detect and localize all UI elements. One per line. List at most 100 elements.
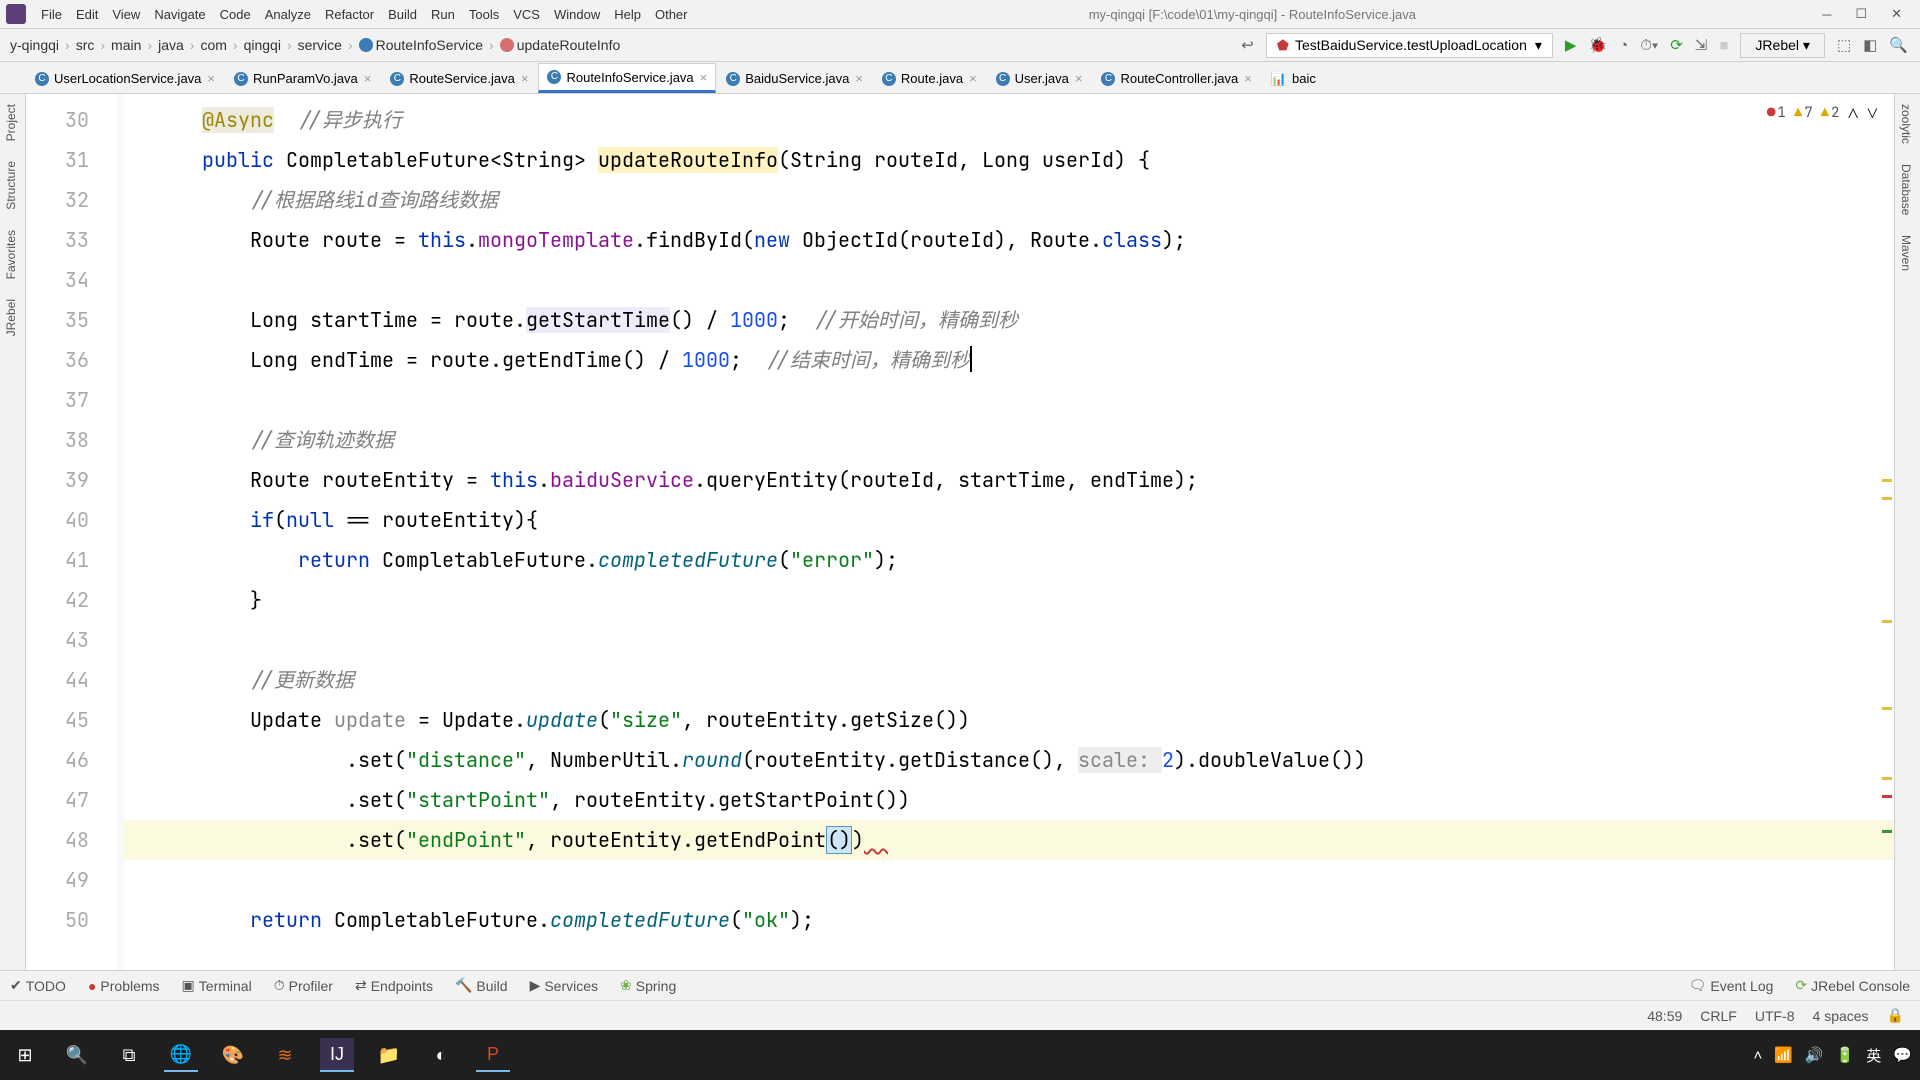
tool-project[interactable]: Project [0, 94, 22, 151]
stop-icon[interactable]: ■ [1713, 37, 1734, 54]
menu-window[interactable]: Window [547, 7, 607, 22]
close-icon[interactable]: × [364, 71, 372, 86]
tab-userlocationservice[interactable]: CUserLocationService.java× [26, 63, 224, 93]
tool-spring[interactable]: ❀ Spring [620, 977, 676, 994]
menu-build[interactable]: Build [381, 7, 424, 22]
menu-analyze[interactable]: Analyze [258, 7, 318, 22]
status-lock-icon[interactable]: 🔒 [1887, 1007, 1904, 1024]
close-icon[interactable]: × [700, 70, 708, 85]
scroll-markers[interactable] [1878, 94, 1892, 970]
paint-icon[interactable]: 🎨 [216, 1038, 250, 1072]
obs-icon[interactable]: ◐ [424, 1038, 458, 1072]
editor[interactable]: 3031323334 3536373839 4041424344 4546474… [26, 94, 1894, 970]
menu-file[interactable]: File [34, 7, 69, 22]
close-icon[interactable]: × [1075, 71, 1083, 86]
taskview-icon[interactable]: ⧉ [112, 1038, 146, 1072]
menu-help[interactable]: Help [607, 7, 648, 22]
tool-build[interactable]: 🔨 Build [455, 977, 508, 994]
breadcrumb[interactable]: service [294, 37, 346, 53]
tool-jrebel-console[interactable]: ⟳ JRebel Console [1795, 977, 1910, 994]
close-icon[interactable]: × [521, 71, 529, 86]
tab-runparamvo[interactable]: CRunParamVo.java× [225, 63, 380, 93]
jrebel-dropdown[interactable]: JRebel ▾ [1740, 33, 1825, 58]
run-icon[interactable]: ▶ [1559, 36, 1583, 54]
breadcrumb-method[interactable]: updateRouteInfo [496, 37, 625, 53]
warnings-badge[interactable]: 7 [1794, 104, 1813, 122]
code-area[interactable]: 1 7 2 ˄ ˅ @Async //异步执行 public Completab… [124, 94, 1894, 970]
close-icon[interactable]: × [855, 71, 863, 86]
notification-icon[interactable]: 💬 [1893, 1046, 1912, 1064]
tool-terminal[interactable]: ▣ Terminal [182, 977, 252, 994]
errors-badge[interactable]: 1 [1767, 104, 1786, 122]
status-enc[interactable]: UTF-8 [1755, 1008, 1795, 1024]
wifi-icon[interactable]: 📶 [1774, 1046, 1793, 1064]
tool-todo[interactable]: ✔ TODO [10, 977, 66, 994]
coverage-icon[interactable]: ◔ [1613, 37, 1634, 54]
start-button[interactable]: ⊞ [8, 1038, 42, 1072]
breadcrumb[interactable]: com [196, 37, 230, 53]
volume-icon[interactable]: 🔊 [1805, 1046, 1824, 1064]
tool-eventlog[interactable]: 🗨 Event Log [1689, 977, 1774, 994]
tool-zoolytic[interactable]: zoolytic [1895, 94, 1917, 154]
status-eol[interactable]: CRLF [1700, 1008, 1737, 1024]
profile-icon[interactable]: ⏱▾ [1634, 37, 1664, 54]
system-tray[interactable]: ˄ 📶 🔊 🔋 英 💬 [1753, 1045, 1912, 1066]
tool-services[interactable]: ▶ Services [530, 977, 598, 994]
tool-structure[interactable]: Structure [0, 151, 22, 220]
close-icon[interactable]: × [969, 71, 977, 86]
run-config-dropdown[interactable]: ⬟TestBaiduService.testUploadLocation▾ [1266, 33, 1553, 58]
tab-route[interactable]: CRoute.java× [873, 63, 986, 93]
menu-navigate[interactable]: Navigate [147, 7, 212, 22]
close-icon[interactable]: × [1244, 71, 1252, 86]
weak-badge[interactable]: 2 [1821, 104, 1840, 122]
tab-routeservice[interactable]: CRouteService.java× [381, 63, 537, 93]
close-button[interactable]: ✕ [1879, 6, 1914, 22]
menu-run[interactable]: Run [424, 7, 462, 22]
breadcrumb[interactable]: qingqi [240, 37, 285, 53]
tool-favorites[interactable]: Favorites [0, 220, 22, 289]
tool-profiler[interactable]: ⏱ Profiler [274, 977, 333, 994]
debug-icon[interactable]: 🐞 [1582, 36, 1613, 54]
ime-indicator[interactable]: 英 [1866, 1045, 1881, 1066]
tab-user[interactable]: CUser.java× [987, 63, 1092, 93]
tool-maven[interactable]: Maven [1895, 225, 1917, 281]
explorer-icon[interactable]: 📁 [372, 1038, 406, 1072]
maximize-button[interactable]: ☐ [1843, 6, 1879, 22]
chevron-up-icon[interactable]: ˄ [1753, 1047, 1762, 1064]
attach-icon[interactable]: ⇲ [1689, 36, 1714, 54]
menu-view[interactable]: View [105, 7, 147, 22]
menu-code[interactable]: Code [213, 7, 258, 22]
close-icon[interactable]: × [207, 71, 215, 86]
tool-endpoints[interactable]: ⇄ Endpoints [355, 977, 433, 994]
tab-baic[interactable]: 📊baic [1262, 63, 1325, 93]
tab-routecontroller[interactable]: CRouteController.java× [1092, 63, 1260, 93]
search-icon[interactable]: 🔍 [1883, 36, 1914, 54]
breadcrumb-class[interactable]: RouteInfoService [355, 37, 487, 53]
breadcrumb[interactable]: src [72, 37, 99, 53]
breadcrumb[interactable]: java [154, 37, 188, 53]
tool-jrebel[interactable]: JRebel [0, 289, 22, 346]
breadcrumb[interactable]: main [107, 37, 145, 53]
prev-icon[interactable]: ˄ [1847, 100, 1858, 126]
search-icon[interactable]: 🔍 [60, 1038, 94, 1072]
menu-vcs[interactable]: VCS [506, 7, 547, 22]
powerpoint-icon[interactable]: P [476, 1038, 510, 1072]
app-icon[interactable]: ≋ [268, 1038, 302, 1072]
battery-icon[interactable]: 🔋 [1836, 1046, 1855, 1064]
status-indent[interactable]: 4 spaces [1813, 1008, 1869, 1024]
chrome-icon[interactable]: 🌐 [164, 1038, 198, 1072]
tool-database[interactable]: Database [1895, 154, 1917, 225]
breadcrumb[interactable]: y-qingqi [6, 37, 63, 53]
menu-tools[interactable]: Tools [462, 7, 506, 22]
tab-baiduservice[interactable]: CBaiduService.java× [717, 63, 872, 93]
tab-routeinfoservice[interactable]: CRouteInfoService.java× [538, 63, 716, 93]
rerun-icon[interactable]: ⟳ [1664, 36, 1689, 54]
menu-other[interactable]: Other [648, 7, 695, 22]
status-pos[interactable]: 48:59 [1647, 1008, 1682, 1024]
intellij-icon[interactable]: IJ [320, 1038, 354, 1072]
tool-problems[interactable]: ● Problems [88, 978, 160, 994]
menu-refactor[interactable]: Refactor [318, 7, 381, 22]
inspection-widget[interactable]: 1 7 2 ˄ ˅ [1767, 100, 1878, 126]
updates-icon[interactable]: ⬚ [1831, 36, 1857, 54]
minimize-button[interactable]: ─ [1810, 7, 1843, 22]
